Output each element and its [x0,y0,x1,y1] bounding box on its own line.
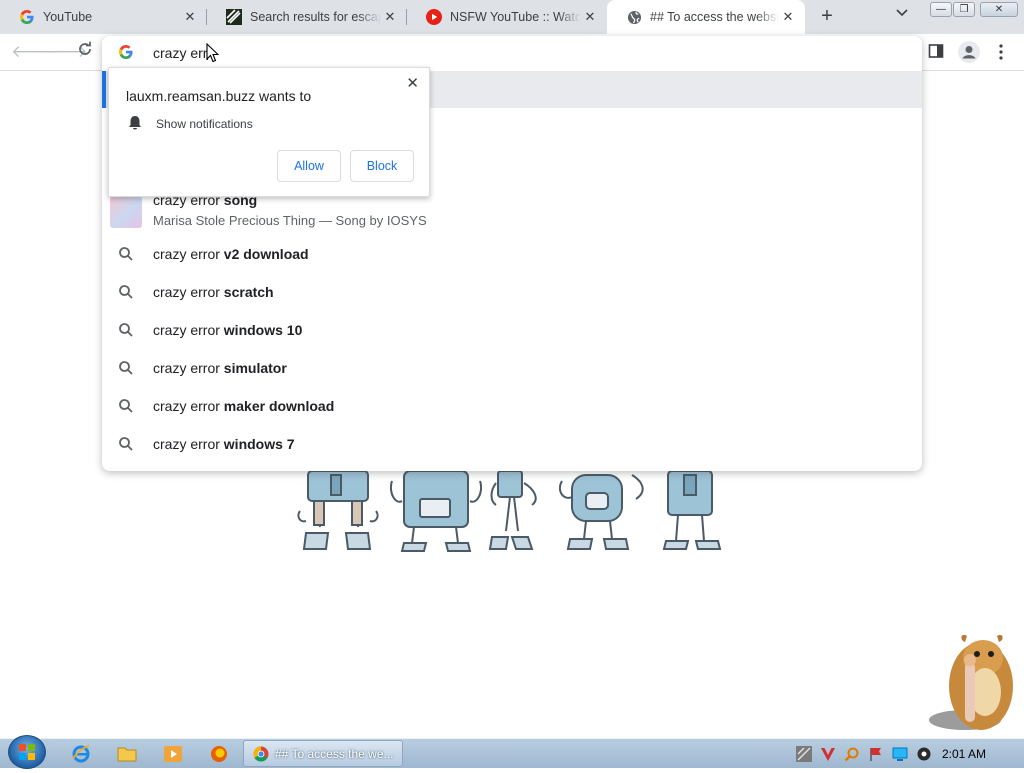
side-panel-icon[interactable] [928,43,944,64]
profile-avatar-icon[interactable] [958,41,980,68]
tab-nsfw-youtube[interactable]: NSFW YouTube :: Watch YouTube ✕ [407,0,607,34]
song-thumbnail [110,196,142,228]
new-tab-button[interactable]: + [816,5,838,27]
antivirus-icon[interactable] [820,746,836,762]
google-icon [119,45,133,62]
tab-title: Search results for escape [250,10,381,24]
address-bar-text: crazy err [153,45,208,61]
firefox-icon[interactable] [204,742,234,766]
reload-icon[interactable] [74,41,96,63]
suggestion-row[interactable]: crazy error simulator [102,349,922,387]
suggestion-completion: simulator [223,360,287,376]
close-icon[interactable]: ✕ [381,9,399,25]
chevron-down-icon[interactable] [896,7,908,21]
hamster-figure-image [925,628,1019,738]
folder-icon[interactable] [112,742,142,766]
robots-illustration [296,470,726,553]
tab-title: ## To access the website [650,10,779,24]
close-icon[interactable]: ✕ [779,9,797,25]
search-icon [119,285,133,299]
block-button[interactable]: Block [350,150,414,182]
taskbar-task-label: ## To access the we... [275,746,394,761]
minimize-button[interactable]: — [930,2,952,17]
globe-icon [626,9,642,25]
kebab-menu-icon[interactable] [998,44,1004,65]
tab-strip: YouTube ✕ Search results for escape ✕ NS… [0,0,1024,34]
suggestion-prefix: crazy error [153,436,224,452]
search-icon [119,247,133,261]
address-bar-input[interactable]: crazy err [153,45,209,61]
suggestion-row[interactable]: crazy error windows 10 [102,311,922,349]
tab-title: NSFW YouTube :: Watch YouTube [450,10,581,24]
taskbar-clock[interactable]: 2:01 AM [942,747,986,761]
search-icon[interactable] [844,746,860,762]
suggestion-row[interactable]: crazy error maker download [102,387,922,425]
close-icon[interactable]: ✕ [406,74,419,92]
tab-access-website[interactable]: ## To access the website ✕ [607,0,805,34]
suggestion-completion: maker download [223,398,335,414]
close-icon[interactable]: ✕ [181,9,199,25]
suggestion-row[interactable]: crazy error scratch [102,273,922,311]
youtube-icon [426,9,442,25]
suggestion-prefix: crazy error [153,360,224,376]
suggestion-prefix: crazy error [153,398,224,414]
google-icon [19,9,35,25]
flag-icon[interactable] [868,746,884,762]
close-icon[interactable]: ✕ [581,9,599,25]
internet-explorer-icon[interactable] [66,742,96,766]
close-window-button[interactable]: ✕ [980,2,1018,17]
suggestion-completion: scratch [223,284,274,300]
tab-title: YouTube [43,10,93,24]
start-button[interactable] [8,735,46,769]
suggestion-song-subtitle: Marisa Stole Precious Thing — Song by IO… [153,213,427,228]
site-favicon-icon [226,9,242,25]
suggestion-completion: windows 7 [223,436,295,452]
mouse-cursor-icon [206,42,220,68]
suggestion-row[interactable]: crazy error windows 7 [102,425,922,463]
search-icon [119,361,133,375]
bell-icon [128,115,142,136]
allow-button[interactable]: Allow [277,150,341,182]
tray-app-icon[interactable] [796,746,812,762]
chrome-icon [253,746,269,761]
suggestion-prefix: crazy error [153,322,224,338]
restore-button[interactable]: ❐ [953,2,975,17]
taskbar: ## To access the we... 2:01 AM [0,735,1024,769]
tab-youtube[interactable]: YouTube ✕ [0,0,207,34]
monitor-icon[interactable] [892,746,908,762]
selection-indicator [102,71,106,108]
taskbar-chrome-window[interactable]: ## To access the we... [243,740,403,767]
notification-permission-popup: lauxm.reamsan.buzz wants to ✕ Show notif… [108,67,430,197]
popup-title: lauxm.reamsan.buzz wants to [126,88,312,104]
suggestion-prefix: crazy error [153,246,224,262]
permission-label: Show notifications [156,117,253,131]
forward-arrow-icon[interactable]: 🡒 [42,41,88,63]
back-arrow-icon[interactable]: 🡐 [11,41,57,63]
suggestion-prefix: crazy error [153,284,224,300]
suggestion-completion: v2 download [223,246,309,262]
search-icon [119,437,133,451]
media-player-icon[interactable] [158,742,188,766]
volume-icon[interactable] [916,746,932,762]
search-icon [119,323,133,337]
suggestion-completion: windows 10 [223,322,303,338]
suggestion-row[interactable]: crazy error v2 download [102,235,922,273]
tab-search-results[interactable]: Search results for escape ✕ [207,0,407,34]
search-icon [119,399,133,413]
